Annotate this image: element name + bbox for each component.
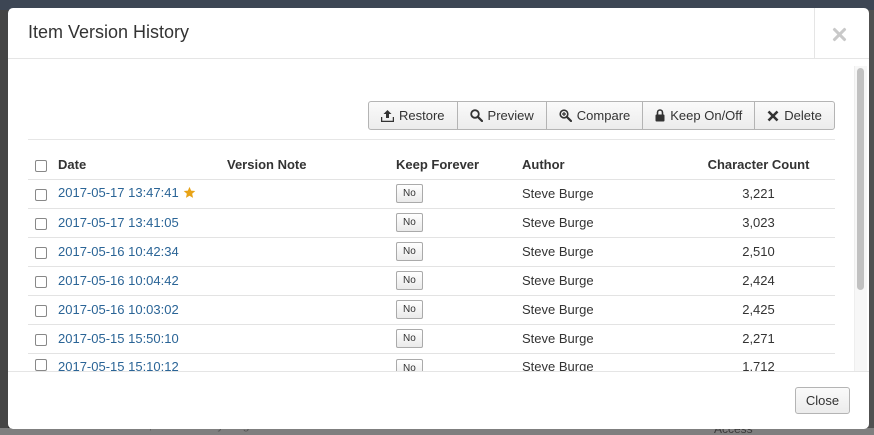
preview-button[interactable]: Preview	[456, 101, 547, 130]
character-count: 1,712	[682, 352, 835, 371]
character-count: 3,221	[682, 178, 835, 208]
delete-button[interactable]: Delete	[754, 101, 835, 130]
table-row: 2017-05-17 13:41:05 No Steve Burge 3,023	[28, 207, 835, 237]
version-toolbar: Restore Preview Compare Keep On/Off Dele…	[368, 101, 835, 130]
version-author: Steve Burge	[522, 294, 682, 324]
row-checkbox[interactable]	[35, 217, 47, 230]
restore-button[interactable]: Restore	[368, 101, 458, 130]
version-note	[227, 323, 396, 353]
version-note	[227, 294, 396, 324]
version-author: Steve Burge	[522, 265, 682, 295]
table-row: 2017-05-16 10:04:42 No Steve Burge 2,424	[28, 265, 835, 295]
delete-label: Delete	[784, 108, 822, 123]
star-icon	[183, 186, 196, 202]
lock-icon	[655, 109, 665, 122]
version-note	[227, 236, 396, 266]
version-date-link[interactable]: 2017-05-16 10:42:34	[58, 244, 179, 259]
character-count: 2,271	[682, 323, 835, 353]
column-header-note[interactable]: Version Note	[227, 157, 396, 179]
compare-button[interactable]: Compare	[545, 101, 644, 130]
version-history-modal: Item Version History Restore Preview Com…	[8, 8, 869, 429]
versions-table: Date Version Note Keep Forever Author Ch…	[28, 157, 835, 371]
restore-label: Restore	[399, 108, 445, 123]
modal-footer: Close	[8, 371, 869, 429]
modal-header: Item Version History	[8, 8, 869, 59]
version-author: Steve Burge	[522, 178, 682, 208]
select-all-cell	[28, 157, 58, 179]
version-note	[227, 265, 396, 295]
character-count: 2,510	[682, 236, 835, 266]
row-checkbox[interactable]	[35, 188, 47, 201]
keep-forever-toggle[interactable]: No	[396, 329, 423, 348]
row-checkbox[interactable]	[35, 359, 47, 371]
version-author: Steve Burge	[522, 207, 682, 237]
table-row: 2017-05-16 10:03:02 No Steve Burge 2,425	[28, 294, 835, 324]
search-icon	[469, 109, 483, 122]
keep-forever-toggle[interactable]: No	[396, 184, 423, 203]
toolbar-divider	[28, 139, 835, 140]
version-author: Steve Burge	[522, 352, 682, 371]
table-header-row: Date Version Note Keep Forever Author Ch…	[28, 157, 835, 179]
version-author: Steve Burge	[522, 236, 682, 266]
character-count: 2,424	[682, 265, 835, 295]
version-date-link[interactable]: 2017-05-15 15:10:12	[58, 359, 179, 372]
keep-forever-toggle[interactable]: No	[396, 300, 423, 319]
keep-toggle-button[interactable]: Keep On/Off	[642, 101, 756, 130]
x-icon	[767, 110, 779, 122]
version-date-link[interactable]: 2017-05-16 10:03:02	[58, 302, 179, 317]
row-checkbox[interactable]	[35, 275, 47, 288]
row-checkbox[interactable]	[35, 304, 47, 317]
row-checkbox[interactable]	[35, 333, 47, 346]
header-divider	[814, 8, 815, 59]
version-note	[227, 352, 396, 371]
row-checkbox[interactable]	[35, 246, 47, 259]
version-date-link[interactable]: 2017-05-17 13:47:41	[58, 185, 179, 200]
version-note	[227, 207, 396, 237]
version-author: Steve Burge	[522, 323, 682, 353]
modal-scrollbar[interactable]	[854, 66, 867, 371]
version-date-link[interactable]: 2017-05-16 10:04:42	[58, 273, 179, 288]
modal-body: Restore Preview Compare Keep On/Off Dele…	[8, 60, 869, 371]
modal-title: Item Version History	[28, 22, 190, 42]
character-count: 2,425	[682, 294, 835, 324]
table-row: 2017-05-17 13:47:41 No Steve Burge 3,221	[28, 178, 835, 208]
keep-forever-toggle[interactable]: No	[396, 242, 423, 261]
scrollbar-thumb[interactable]	[857, 68, 864, 290]
keep-forever-toggle[interactable]: No	[396, 358, 423, 371]
close-icon[interactable]	[830, 24, 850, 44]
version-date-link[interactable]: 2017-05-17 13:41:05	[58, 215, 179, 230]
keep-forever-toggle[interactable]: No	[396, 213, 423, 232]
keep-label: Keep On/Off	[670, 108, 743, 123]
column-header-keep[interactable]: Keep Forever	[396, 157, 522, 179]
table-row: 2017-05-15 15:50:10 No Steve Burge 2,271	[28, 323, 835, 353]
keep-forever-toggle[interactable]: No	[396, 271, 423, 290]
close-button[interactable]: Close	[795, 387, 850, 414]
character-count: 3,023	[682, 207, 835, 237]
column-header-count[interactable]: Character Count	[682, 157, 835, 179]
preview-label: Preview	[487, 108, 534, 123]
version-date-link[interactable]: 2017-05-15 15:50:10	[58, 331, 179, 346]
zoom-in-icon	[559, 109, 572, 122]
background-page-left	[0, 10, 8, 435]
column-header-author[interactable]: Author	[522, 157, 682, 179]
version-note	[227, 178, 396, 208]
table-row: 2017-05-15 15:10:12 No Steve Burge 1,712	[28, 352, 835, 372]
compare-label: Compare	[576, 108, 631, 123]
table-row: 2017-05-16 10:42:34 No Steve Burge 2,510	[28, 236, 835, 266]
upload-icon	[381, 109, 394, 122]
column-header-date[interactable]: Date	[58, 157, 227, 179]
select-all-checkbox[interactable]	[35, 159, 47, 172]
